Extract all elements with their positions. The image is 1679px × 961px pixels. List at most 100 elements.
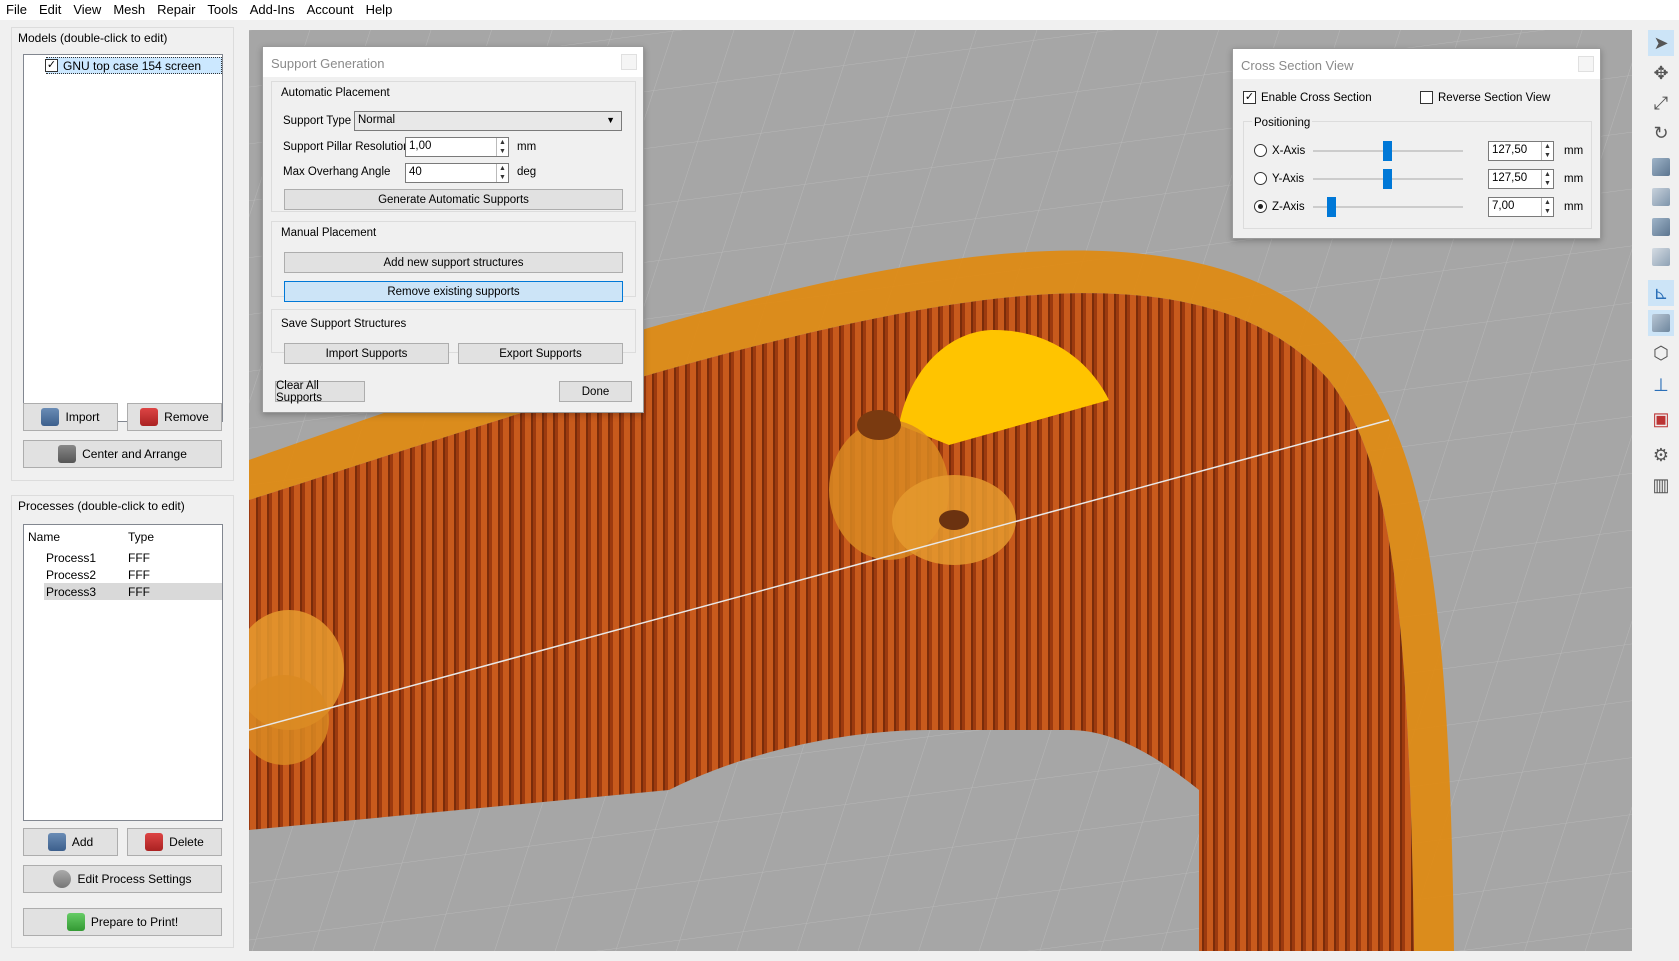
menu-view[interactable]: View <box>67 0 107 20</box>
process-name: Process2 <box>46 568 97 582</box>
scale-icon[interactable]: ⤢ <box>1648 90 1674 116</box>
build-axis-icon[interactable]: ⊥ <box>1648 372 1674 398</box>
done-button[interactable]: Done <box>559 381 632 402</box>
overhang-angle-input[interactable]: 40 ▲ ▼ <box>405 163 509 183</box>
cross-section-dialog: Cross Section View ✓ Enable Cross Sectio… <box>1232 48 1601 239</box>
pillar-resolution-input[interactable]: 1,00 ▲ ▼ <box>405 137 509 157</box>
overhang-angle-value: 40 <box>409 166 422 178</box>
remove-icon <box>140 408 159 426</box>
generate-supports-button[interactable]: Generate Automatic Supports <box>284 189 623 210</box>
center-arrange-button[interactable]: Center and Arrange <box>23 440 222 468</box>
y-axis-radio[interactable] <box>1254 172 1267 185</box>
solid-view-cube-icon[interactable] <box>1648 310 1674 336</box>
center-arrange-label: Center and Arrange <box>82 447 187 461</box>
add-supports-label: Add new support structures <box>383 256 524 269</box>
x-axis-input[interactable]: 127,50 ▲ ▼ <box>1488 141 1554 161</box>
processes-list[interactable]: Name Type Process1 FFF Process2 FFF Proc… <box>23 524 223 821</box>
wireframe-cube-icon[interactable]: ⬡ <box>1648 340 1674 366</box>
x-axis-label: X-Axis <box>1272 145 1306 157</box>
x-axis-unit: mm <box>1564 145 1584 157</box>
support-generation-dialog: Support Generation Automatic Placement S… <box>262 46 644 413</box>
screw-boss <box>857 410 901 440</box>
menu-file[interactable]: File <box>0 0 33 20</box>
clear-all-supports-button[interactable]: Clear All Supports <box>275 380 365 404</box>
remove-supports-button[interactable]: Remove existing supports <box>284 281 623 302</box>
menu-edit[interactable]: Edit <box>33 0 67 20</box>
prepare-to-print-button[interactable]: Prepare to Print! <box>23 908 222 936</box>
view-front-cube-icon[interactable] <box>1648 184 1674 210</box>
cross-section-title-text: Cross Section View <box>1241 58 1354 73</box>
enable-cross-section-checkbox[interactable]: ✓ <box>1243 91 1256 104</box>
add-supports-button[interactable]: Add new support structures <box>284 252 623 273</box>
spinner-arrows-icon[interactable]: ▲ ▼ <box>496 138 508 156</box>
menu-add-ins[interactable]: Add-Ins <box>244 0 301 20</box>
process-type: FFF <box>128 568 150 582</box>
edit-process-settings-button[interactable]: Edit Process Settings <box>23 865 222 893</box>
close-icon[interactable] <box>621 54 637 70</box>
checkmark-icon <box>66 913 85 931</box>
z-axis-input[interactable]: 7,00 ▲ ▼ <box>1488 197 1554 217</box>
move-icon[interactable]: ✥ <box>1648 60 1674 86</box>
spinner-arrows-icon[interactable]: ▲ ▼ <box>1541 142 1553 160</box>
import-icon <box>41 408 60 426</box>
rotate-icon[interactable]: ↻ <box>1648 120 1674 146</box>
delete-process-icon <box>145 833 164 851</box>
z-axis-value: 7,00 <box>1492 200 1515 212</box>
spinner-arrows-icon[interactable]: ▲ ▼ <box>496 164 508 182</box>
chevron-down-icon: ▼ <box>606 115 615 125</box>
spinner-arrows-icon[interactable]: ▲ ▼ <box>1541 198 1553 216</box>
support-pillars-icon[interactable]: ▥ <box>1648 472 1674 498</box>
reverse-section-label: Reverse Section View <box>1438 92 1551 104</box>
y-axis-slider-handle[interactable] <box>1383 169 1392 189</box>
view-iso-cube-icon[interactable] <box>1648 154 1674 180</box>
axes-icon[interactable]: ⊾ <box>1648 280 1674 306</box>
add-process-button[interactable]: Add <box>23 828 118 856</box>
close-icon[interactable] <box>1578 56 1594 72</box>
export-supports-button[interactable]: Export Supports <box>458 343 623 364</box>
col-type[interactable]: Type <box>128 530 154 544</box>
menu-tools[interactable]: Tools <box>201 0 243 20</box>
cross-section-icon[interactable]: ▣ <box>1648 406 1674 432</box>
view-top-cube-icon[interactable] <box>1648 244 1674 270</box>
y-axis-input[interactable]: 127,50 ▲ ▼ <box>1488 169 1554 189</box>
delete-process-button[interactable]: Delete <box>127 828 222 856</box>
x-axis-radio[interactable] <box>1254 144 1267 157</box>
positioning-title: Positioning <box>1252 117 1313 129</box>
import-label: Import <box>65 410 100 424</box>
menu-repair[interactable]: Repair <box>151 0 201 20</box>
models-title: Models (double-click to edit) <box>18 31 168 45</box>
x-axis-slider-handle[interactable] <box>1383 141 1392 161</box>
table-row[interactable]: Process2 FFF <box>44 566 222 583</box>
table-row[interactable]: Process1 FFF <box>44 549 222 566</box>
menu-mesh[interactable]: Mesh <box>107 0 151 20</box>
remove-label: Remove <box>164 410 209 424</box>
model-item[interactable]: ✓ GNU top case 154 screen <box>45 57 222 74</box>
menu-account[interactable]: Account <box>301 0 360 20</box>
x-axis-value: 127,50 <box>1492 144 1528 156</box>
gear-icon[interactable]: ⚙ <box>1648 442 1674 468</box>
import-button[interactable]: Import <box>23 403 118 431</box>
support-type-select[interactable]: Normal ▼ <box>354 111 622 131</box>
model-checkbox[interactable]: ✓ <box>45 59 58 72</box>
menu-help[interactable]: Help <box>360 0 399 20</box>
z-axis-radio[interactable] <box>1254 200 1267 213</box>
models-panel: Models (double-click to edit) ✓ GNU top … <box>11 27 234 481</box>
reverse-section-checkbox[interactable] <box>1420 91 1433 104</box>
save-supports-title: Save Support Structures <box>281 318 407 330</box>
view-side-cube-icon[interactable] <box>1648 214 1674 240</box>
model-item-label: GNU top case 154 screen <box>63 59 202 73</box>
edit-process-settings-label: Edit Process Settings <box>77 872 192 886</box>
process-name: Process1 <box>46 551 97 565</box>
manual-placement-title: Manual Placement <box>281 227 377 239</box>
import-supports-label: Import Supports <box>325 347 408 360</box>
table-row[interactable]: Process3 FFF <box>44 583 222 600</box>
import-supports-button[interactable]: Import Supports <box>284 343 449 364</box>
z-axis-slider-handle[interactable] <box>1327 197 1336 217</box>
spinner-arrows-icon[interactable]: ▲ ▼ <box>1541 170 1553 188</box>
col-name[interactable]: Name <box>28 530 60 544</box>
models-list[interactable]: ✓ GNU top case 154 screen <box>23 54 223 422</box>
remove-button[interactable]: Remove <box>127 403 222 431</box>
z-axis-label: Z-Axis <box>1272 201 1305 213</box>
select-pointer-icon[interactable]: ➤ <box>1648 30 1674 56</box>
support-dialog-title: Support Generation <box>263 47 643 77</box>
